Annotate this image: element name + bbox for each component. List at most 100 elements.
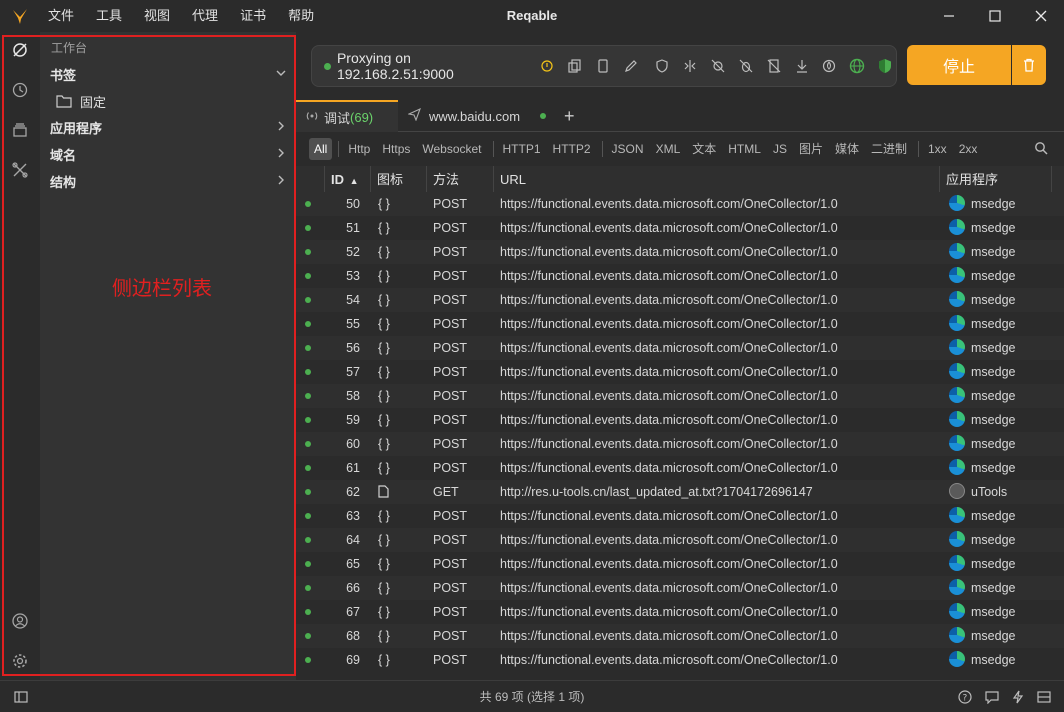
table-row[interactable]: 69 { } POST https://functional.events.da… bbox=[296, 648, 1064, 672]
table-row[interactable]: 64 { } POST https://functional.events.da… bbox=[296, 528, 1064, 552]
table-row[interactable]: 57 { } POST https://functional.events.da… bbox=[296, 360, 1064, 384]
sidebar-item-apps[interactable]: 应用程序 bbox=[50, 116, 288, 138]
table-row[interactable]: 61 { } POST https://functional.events.da… bbox=[296, 456, 1064, 480]
table-row[interactable]: 55 { } POST https://functional.events.da… bbox=[296, 312, 1064, 336]
history-icon[interactable] bbox=[8, 78, 32, 102]
menu-certificate[interactable]: 证书 bbox=[232, 0, 274, 32]
table-row[interactable]: 60 { } POST https://functional.events.da… bbox=[296, 432, 1064, 456]
script-off-icon[interactable] bbox=[763, 55, 785, 77]
menu-proxy[interactable]: 代理 bbox=[184, 0, 226, 32]
filter-http2[interactable]: HTTP2 bbox=[548, 138, 596, 160]
json-icon: { } bbox=[378, 389, 390, 403]
mobile-icon[interactable] bbox=[592, 55, 614, 77]
row-url: https://functional.events.data.microsoft… bbox=[500, 581, 838, 595]
sidebar: 工作台 书签 固定 应用程序 域名 结构 bbox=[40, 32, 296, 680]
filter-text[interactable]: 文本 bbox=[687, 138, 721, 160]
table-row[interactable]: 67 { } POST https://functional.events.da… bbox=[296, 600, 1064, 624]
bug-off-icon[interactable] bbox=[735, 55, 757, 77]
shield-a-icon[interactable] bbox=[652, 55, 674, 77]
row-app: msedge bbox=[949, 528, 1015, 552]
download-icon[interactable] bbox=[791, 55, 813, 77]
table-row[interactable]: 62 GET http://res.u-tools.cn/last_update… bbox=[296, 480, 1064, 504]
search-icon[interactable] bbox=[1034, 141, 1048, 158]
column-url[interactable]: URL bbox=[493, 166, 939, 194]
collections-icon[interactable] bbox=[8, 118, 32, 142]
filter-image[interactable]: 图片 bbox=[794, 138, 828, 160]
filter-media[interactable]: 媒体 bbox=[830, 138, 864, 160]
tab-debug[interactable]: 调试 (69) bbox=[296, 100, 398, 132]
sidebar-item-domains[interactable]: 域名 bbox=[50, 143, 288, 165]
settings-gear-icon[interactable] bbox=[8, 649, 32, 673]
menu-tools[interactable]: 工具 bbox=[88, 0, 130, 32]
clear-trash-icon[interactable] bbox=[1012, 45, 1046, 85]
table-row[interactable]: 65 { } POST https://functional.events.da… bbox=[296, 552, 1064, 576]
edge-icon bbox=[949, 531, 965, 547]
table-row[interactable]: 54 { } POST https://functional.events.da… bbox=[296, 288, 1064, 312]
no-rewrite-icon[interactable] bbox=[707, 55, 729, 77]
table-row[interactable]: 52 { } POST https://functional.events.da… bbox=[296, 240, 1064, 264]
table-row[interactable]: 56 { } POST https://functional.events.da… bbox=[296, 336, 1064, 360]
table-row[interactable]: 68 { } POST https://functional.events.da… bbox=[296, 624, 1064, 648]
close-icon[interactable] bbox=[1018, 0, 1064, 32]
table-row[interactable]: 66 { } POST https://functional.events.da… bbox=[296, 576, 1064, 600]
info-icon[interactable] bbox=[536, 55, 558, 77]
tools-icon[interactable] bbox=[8, 158, 32, 182]
menu-help[interactable]: 帮助 bbox=[280, 0, 322, 32]
filter-html[interactable]: HTML bbox=[723, 138, 766, 160]
filter-binary[interactable]: 二进制 bbox=[866, 138, 912, 160]
minimize-icon[interactable] bbox=[926, 0, 972, 32]
sidebar-item-pinned[interactable]: 固定 bbox=[56, 90, 106, 112]
filter-http1[interactable]: HTTP1 bbox=[498, 138, 546, 160]
filter-json[interactable]: JSON bbox=[607, 138, 649, 160]
filter-https[interactable]: Https bbox=[377, 138, 415, 160]
stop-proxy-button[interactable]: 停止 bbox=[907, 45, 1011, 85]
tab-label: 调试 bbox=[324, 110, 351, 126]
column-id[interactable]: ID ▲ bbox=[324, 166, 366, 194]
account-icon[interactable] bbox=[8, 609, 32, 633]
column-app[interactable]: 应用程序 bbox=[939, 166, 1051, 194]
menu-view[interactable]: 视图 bbox=[136, 0, 178, 32]
filter-1xx[interactable]: 1xx bbox=[923, 138, 952, 160]
menu-file[interactable]: 文件 bbox=[40, 0, 82, 32]
row-url: https://functional.events.data.microsoft… bbox=[500, 293, 838, 307]
column-method[interactable]: 方法 bbox=[426, 166, 490, 194]
layout-split-icon[interactable] bbox=[1036, 689, 1052, 705]
globe-icon[interactable] bbox=[846, 55, 868, 77]
filter-websocket[interactable]: Websocket bbox=[417, 138, 486, 160]
table-row[interactable]: 63 { } POST https://functional.events.da… bbox=[296, 504, 1064, 528]
filter-xml[interactable]: XML bbox=[651, 138, 686, 160]
session-tabs: 调试 (69) www.baidu.com + bbox=[296, 100, 1064, 132]
row-id: 58 bbox=[346, 389, 360, 403]
lightning-icon[interactable] bbox=[1010, 689, 1026, 705]
filter-all[interactable]: All bbox=[309, 138, 333, 160]
row-url: https://functional.events.data.microsoft… bbox=[500, 245, 838, 259]
tab-baidu[interactable]: www.baidu.com bbox=[404, 100, 554, 132]
help-icon[interactable]: ? bbox=[957, 689, 973, 705]
json-icon: { } bbox=[378, 629, 390, 643]
drop-icon[interactable] bbox=[819, 55, 841, 77]
table-row[interactable]: 59 { } POST https://functional.events.da… bbox=[296, 408, 1064, 432]
filter-2xx[interactable]: 2xx bbox=[954, 138, 983, 160]
sidebar-item-bookmarks[interactable]: 书签 bbox=[50, 63, 288, 85]
edge-icon bbox=[949, 435, 965, 451]
column-icon[interactable]: 图标 bbox=[370, 166, 426, 194]
table-row[interactable]: 53 { } POST https://functional.events.da… bbox=[296, 264, 1064, 288]
json-icon: { } bbox=[378, 653, 390, 667]
table-row[interactable]: 51 { } POST https://functional.events.da… bbox=[296, 216, 1064, 240]
table-row[interactable]: 58 { } POST https://functional.events.da… bbox=[296, 384, 1064, 408]
feedback-icon[interactable] bbox=[984, 689, 1000, 705]
maximize-icon[interactable] bbox=[972, 0, 1018, 32]
breakpoint-icon[interactable] bbox=[679, 55, 701, 77]
copy-icon[interactable] bbox=[564, 55, 586, 77]
sidebar-item-structure[interactable]: 结构 bbox=[50, 170, 288, 192]
security-shield-icon[interactable] bbox=[874, 55, 896, 77]
filter-js[interactable]: JS bbox=[768, 138, 792, 160]
table-row[interactable]: 50 { } POST https://functional.events.da… bbox=[296, 192, 1064, 216]
add-tab-icon[interactable]: + bbox=[564, 100, 584, 132]
filter-http[interactable]: Http bbox=[343, 138, 375, 160]
edit-icon[interactable] bbox=[620, 55, 642, 77]
column-next[interactable] bbox=[1051, 166, 1064, 194]
workspace-icon[interactable] bbox=[8, 38, 32, 62]
json-icon: { } bbox=[378, 317, 390, 331]
row-app: msedge bbox=[949, 312, 1015, 336]
